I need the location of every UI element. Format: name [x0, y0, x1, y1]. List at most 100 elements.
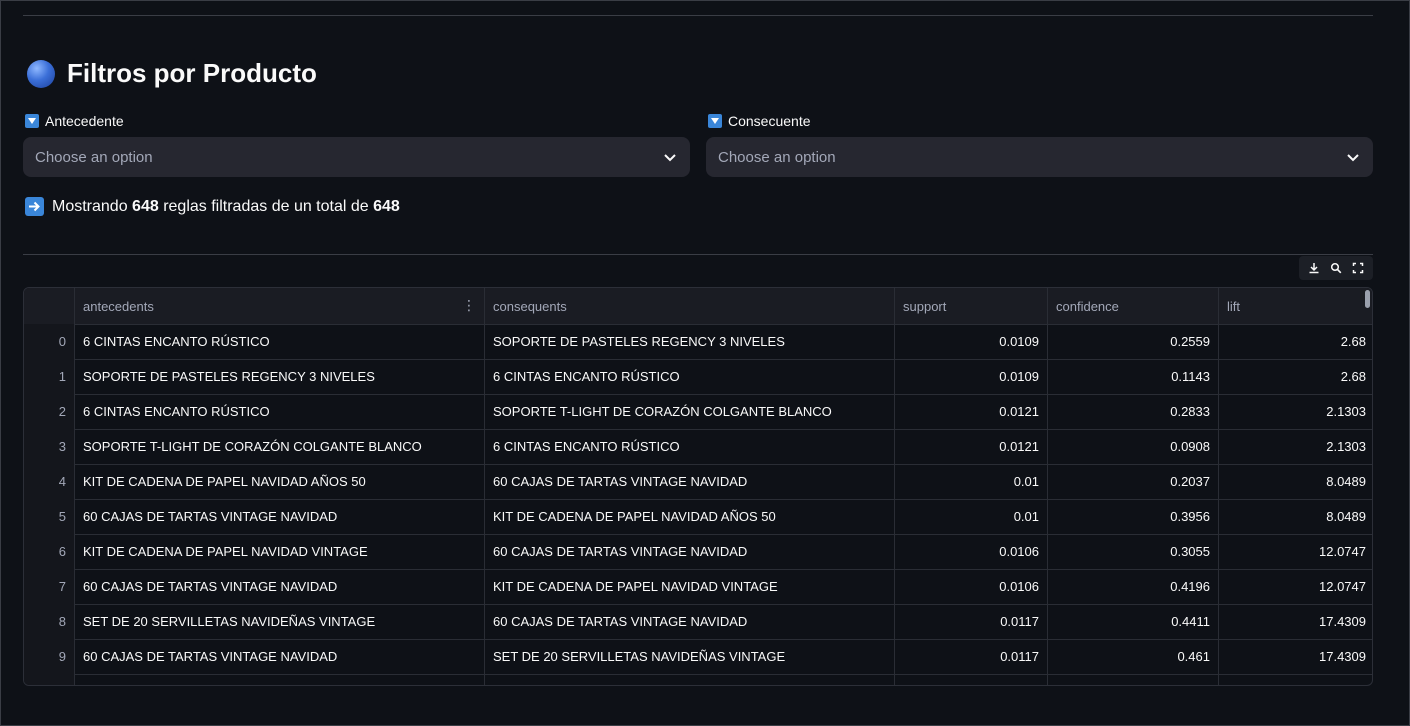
cell-consequents[interactable]: 60 CAJAS DE TARTAS VINTAGE NAVIDAD	[485, 604, 895, 639]
down-triangle-icon	[708, 114, 722, 128]
consequent-placeholder: Choose an option	[718, 148, 836, 166]
table-row[interactable]: 6 KIT DE CADENA DE PAPEL NAVIDAD VINTAGE…	[24, 534, 1372, 570]
cell-lift[interactable]: 2.1303	[1219, 429, 1372, 464]
cell-lift[interactable]: 12.0747	[1219, 569, 1372, 604]
cell-support[interactable]: 0.0109	[895, 359, 1048, 394]
antecedent-select[interactable]: Choose an option	[23, 137, 690, 177]
row-index: 9	[24, 639, 75, 674]
cell-support[interactable]: 0.0109	[895, 324, 1048, 359]
cell-consequents[interactable]: SOPORTE DE PASTELES REGENCY 3 NIVELES	[485, 324, 895, 359]
table-row[interactable]: 4 KIT DE CADENA DE PAPEL NAVIDAD AÑOS 50…	[24, 464, 1372, 500]
cell-antecedents[interactable]: SOPORTE T-LIGHT DE CORAZÓN COLGANTE BLAN…	[75, 429, 485, 464]
column-header-antecedents[interactable]: antecedents ⋮	[75, 288, 485, 324]
rules-summary: Mostrando 648 reglas filtradas de un tot…	[25, 197, 400, 216]
summary-shown-count: 648	[132, 197, 159, 215]
cell-support[interactable]: 0.0121	[895, 394, 1048, 429]
cell-lift[interactable]: 12.0747	[1219, 534, 1372, 569]
cell-confidence[interactable]: 0.1143	[1048, 359, 1219, 394]
cell-confidence[interactable]: 0.2833	[1048, 394, 1219, 429]
cell-confidence[interactable]: 0.4196	[1048, 569, 1219, 604]
cell-consequents[interactable]: SOPORTE T-LIGHT DE CORAZÓN COLGANTE BLAN…	[485, 394, 895, 429]
cell-lift[interactable]: 17.4309	[1219, 639, 1372, 674]
cell-antecedents[interactable]: KIT DE CADENA DE PAPEL NAVIDAD VINTAGE	[75, 534, 485, 569]
cell-lift[interactable]: 2.1303	[1219, 394, 1372, 429]
cell-antecedents[interactable]: SET DE 20 SERVILLETAS NAVIDEÑAS VINTAGE	[75, 604, 485, 639]
cell-confidence[interactable]: 0.3956	[1048, 499, 1219, 534]
cell-antecedents[interactable]: 60 CAJAS DE TARTAS VINTAGE NAVIDAD	[75, 639, 485, 674]
globe-icon	[27, 59, 55, 88]
cell-lift[interactable]: 2.68	[1219, 324, 1372, 359]
cell-confidence[interactable]: 0.2037	[1048, 464, 1219, 499]
table-row[interactable]: 0 6 CINTAS ENCANTO RÚSTICO SOPORTE DE PA…	[24, 324, 1372, 360]
search-icon[interactable]	[1327, 259, 1345, 277]
table-row[interactable]: 2 6 CINTAS ENCANTO RÚSTICO SOPORTE T-LIG…	[24, 394, 1372, 430]
table-scrollbar[interactable]	[1365, 290, 1370, 308]
row-index: 6	[24, 534, 75, 569]
cell-consequents[interactable]: 60 CAJAS DE TARTAS VINTAGE NAVIDAD	[485, 464, 895, 499]
column-header-consequents[interactable]: consequents	[485, 288, 895, 324]
row-index: 4	[24, 464, 75, 499]
consequent-select[interactable]: Choose an option	[706, 137, 1373, 177]
cell-consequents[interactable]: KIT DE CADENA DE PAPEL NAVIDAD AÑOS 50	[485, 499, 895, 534]
antecedent-label-text: Antecedente	[45, 113, 124, 129]
cell-antecedents[interactable]: KIT DE CADENA DE PAPEL NAVIDAD AÑOS 50	[75, 464, 485, 499]
cell-lift[interactable]: 8.0489	[1219, 464, 1372, 499]
cell-confidence[interactable]: 0.4411	[1048, 604, 1219, 639]
summary-middle: reglas filtradas de un total de	[163, 197, 369, 215]
rules-table[interactable]: antecedents ⋮ consequents support confid…	[23, 287, 1373, 686]
row-index: 1	[24, 359, 75, 394]
cell-support[interactable]: 0.0117	[895, 604, 1048, 639]
column-menu-icon[interactable]: ⋮	[462, 297, 476, 314]
page-title-text: Filtros por Producto	[67, 58, 317, 88]
summary-prefix: Mostrando	[52, 197, 128, 215]
cell-support[interactable]: 0.0117	[895, 639, 1048, 674]
column-header-confidence[interactable]: confidence	[1048, 288, 1219, 324]
consequent-label-text: Consecuente	[728, 113, 811, 129]
right-arrow-icon	[25, 197, 44, 216]
table-row-partial	[24, 674, 1372, 685]
download-icon[interactable]	[1305, 259, 1323, 277]
summary-total-count: 648	[373, 197, 400, 215]
cell-confidence[interactable]: 0.461	[1048, 639, 1219, 674]
table-row[interactable]: 7 60 CAJAS DE TARTAS VINTAGE NAVIDAD KIT…	[24, 569, 1372, 605]
table-toolbar	[1299, 256, 1373, 280]
cell-confidence[interactable]: 0.2559	[1048, 324, 1219, 359]
cell-confidence[interactable]: 0.3055	[1048, 534, 1219, 569]
table-row[interactable]: 9 60 CAJAS DE TARTAS VINTAGE NAVIDAD SET…	[24, 639, 1372, 675]
cell-antecedents[interactable]: 60 CAJAS DE TARTAS VINTAGE NAVIDAD	[75, 569, 485, 604]
cell-consequents[interactable]: 60 CAJAS DE TARTAS VINTAGE NAVIDAD	[485, 534, 895, 569]
cell-lift[interactable]: 17.4309	[1219, 604, 1372, 639]
table-row[interactable]: 8 SET DE 20 SERVILLETAS NAVIDEÑAS VINTAG…	[24, 604, 1372, 640]
table-row[interactable]: 3 SOPORTE T-LIGHT DE CORAZÓN COLGANTE BL…	[24, 429, 1372, 465]
cell-consequents[interactable]: 6 CINTAS ENCANTO RÚSTICO	[485, 429, 895, 464]
cell-consequents[interactable]: 6 CINTAS ENCANTO RÚSTICO	[485, 359, 895, 394]
top-divider	[23, 15, 1373, 16]
cell-support[interactable]: 0.01	[895, 464, 1048, 499]
row-index: 0	[24, 324, 75, 359]
cell-consequents[interactable]: KIT DE CADENA DE PAPEL NAVIDAD VINTAGE	[485, 569, 895, 604]
cell-antecedents[interactable]: 6 CINTAS ENCANTO RÚSTICO	[75, 324, 485, 359]
table-row[interactable]: 1 SOPORTE DE PASTELES REGENCY 3 NIVELES …	[24, 359, 1372, 395]
cell-lift[interactable]: 8.0489	[1219, 499, 1372, 534]
cell-lift[interactable]: 2.68	[1219, 359, 1372, 394]
consequent-label: Consecuente	[708, 113, 811, 129]
cell-consequents[interactable]: SET DE 20 SERVILLETAS NAVIDEÑAS VINTAGE	[485, 639, 895, 674]
cell-support[interactable]: 0.0121	[895, 429, 1048, 464]
cell-support[interactable]: 0.0106	[895, 534, 1048, 569]
cell-support[interactable]: 0.0106	[895, 569, 1048, 604]
row-index: 2	[24, 394, 75, 429]
column-header-support[interactable]: support	[895, 288, 1048, 324]
cell-confidence[interactable]: 0.0908	[1048, 429, 1219, 464]
antecedent-placeholder: Choose an option	[35, 148, 153, 166]
cell-support[interactable]: 0.01	[895, 499, 1048, 534]
cell-antecedents[interactable]: SOPORTE DE PASTELES REGENCY 3 NIVELES	[75, 359, 485, 394]
row-index: 7	[24, 569, 75, 604]
cell-antecedents[interactable]: 6 CINTAS ENCANTO RÚSTICO	[75, 394, 485, 429]
fullscreen-icon[interactable]	[1349, 259, 1367, 277]
column-header-lift[interactable]: lift	[1219, 288, 1372, 324]
row-index: 3	[24, 429, 75, 464]
table-row[interactable]: 5 60 CAJAS DE TARTAS VINTAGE NAVIDAD KIT…	[24, 499, 1372, 535]
cell-antecedents[interactable]: 60 CAJAS DE TARTAS VINTAGE NAVIDAD	[75, 499, 485, 534]
row-index: 5	[24, 499, 75, 534]
section-divider	[23, 254, 1373, 255]
